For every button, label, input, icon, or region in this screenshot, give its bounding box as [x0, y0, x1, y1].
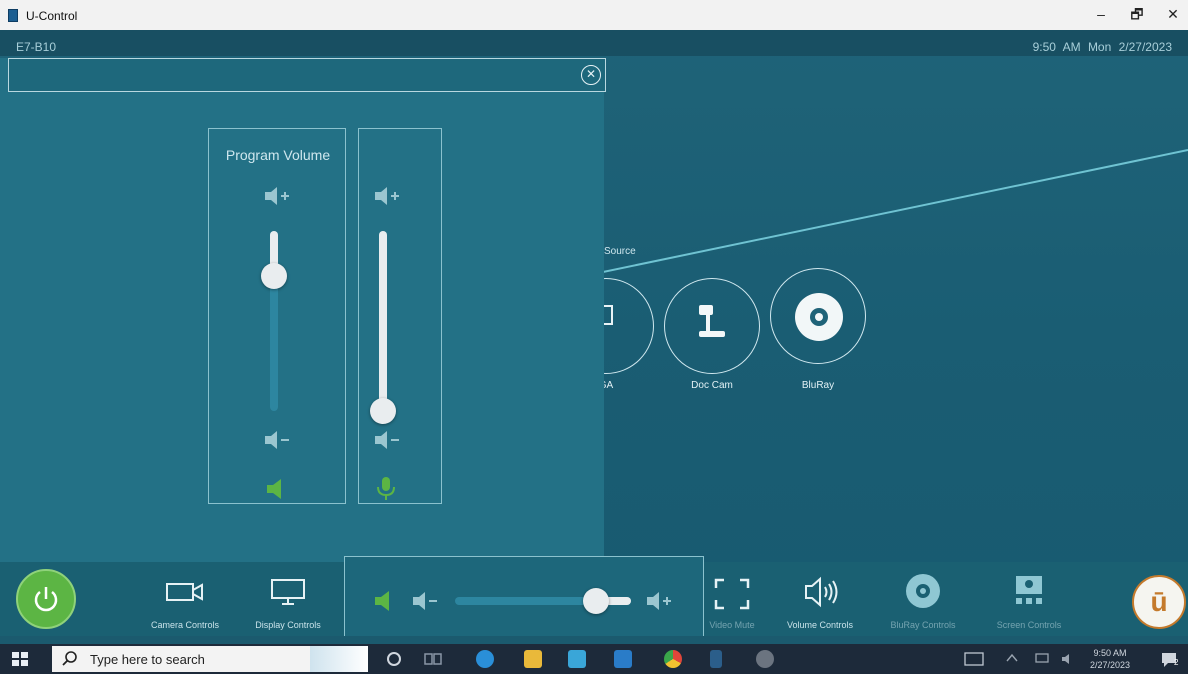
bluray-disc-icon [795, 293, 843, 341]
video-mute-button[interactable]: Video Mute [700, 570, 764, 632]
power-icon [34, 587, 58, 612]
camera-controls-button[interactable]: Camera Controls [140, 578, 230, 632]
source-label-doccam: Doc Cam [691, 380, 733, 391]
quick-volume-bar [344, 556, 704, 636]
window-titlebar: U-Control – 🗗 ✕ [0, 0, 1188, 30]
volume-down-icon[interactable] [261, 429, 291, 451]
search-highlight-image [310, 646, 368, 672]
program-volume-group: Program Volume [208, 128, 346, 504]
program-volume-title: Program Volume [225, 147, 331, 163]
monitor-icon [271, 579, 305, 605]
camera-controls-label: Camera Controls [150, 620, 220, 630]
fullscreen-icon [714, 578, 750, 610]
u-control-taskbar-icon[interactable] [710, 650, 722, 668]
minimize-button[interactable]: – [1090, 5, 1112, 23]
source-label-bluray: BluRay [801, 380, 835, 391]
volume-controls-label: Volume Controls [786, 620, 854, 630]
power-button[interactable] [16, 569, 76, 629]
room-name: E7-B10 [16, 40, 57, 54]
tray-clock[interactable]: 9:50 AM 2/27/2023 [1090, 647, 1130, 671]
display-controls-label: Display Controls [255, 620, 321, 630]
doc-cam-icon [699, 305, 725, 337]
bluray-controls-label: BluRay Controls [890, 620, 956, 630]
chrome-icon[interactable] [664, 650, 682, 668]
screen-controls-button[interactable]: Screen Controls [984, 570, 1074, 632]
speaker-waves-icon [805, 576, 838, 608]
search-placeholder: Type here to search [90, 652, 205, 667]
app-area: E7-B10 9:50 AM Mon 2/27/2023 Source GA D… [0, 30, 1188, 636]
app-icon [8, 9, 18, 22]
volume-panel-header [8, 58, 606, 92]
file-explorer-icon[interactable] [524, 650, 542, 668]
speaker-green-icon[interactable] [265, 477, 285, 501]
header-clock: 9:50 AM Mon 2/27/2023 [1033, 40, 1172, 54]
video-mute-label: Video Mute [709, 620, 755, 630]
header-date: Mon 2/27/2023 [1087, 40, 1172, 54]
volume-controls-button[interactable]: Volume Controls [780, 570, 860, 632]
source-bluray-button[interactable] [770, 268, 866, 364]
microphone-green-icon[interactable] [375, 475, 397, 501]
maximize-button[interactable]: 🗗 [1126, 5, 1148, 23]
source-title: Source [604, 246, 636, 257]
app-header: E7-B10 9:50 AM Mon 2/27/2023 [0, 30, 1188, 56]
cortana-icon[interactable] [386, 651, 402, 667]
source-doccam-button[interactable] [664, 278, 760, 374]
network-icon[interactable] [1034, 652, 1050, 666]
chevron-up-icon[interactable] [1006, 653, 1018, 663]
volume-down-icon[interactable] [409, 590, 439, 612]
window-title: U-Control [26, 9, 78, 23]
windows-taskbar: Type here to search 9:50 AM 2/27/2023 2 [0, 644, 1188, 674]
taskbar-search-box[interactable]: Type here to search [52, 646, 368, 672]
search-icon [62, 651, 77, 666]
screen: U-Control – 🗗 ✕ E7-B10 9:50 AM Mon 2/27/… [0, 0, 1188, 674]
mic-volume-knob[interactable] [370, 398, 396, 424]
volume-tray-icon[interactable] [1060, 652, 1076, 666]
volume-up-icon[interactable] [261, 185, 291, 207]
mic-volume-track[interactable] [379, 231, 387, 411]
quick-volume-knob[interactable] [582, 588, 609, 614]
volume-up-icon[interactable] [643, 590, 673, 612]
speaker-green-icon[interactable] [373, 589, 393, 613]
windows-start-icon[interactable] [12, 652, 28, 666]
mail-icon[interactable] [614, 650, 632, 668]
volume-panel-close-button[interactable]: ✕ [581, 65, 601, 85]
logo-letter: ū [1150, 586, 1168, 617]
mic-volume-down-icon[interactable] [371, 429, 401, 451]
microphone-volume-group [358, 128, 442, 504]
window-close-button[interactable]: ✕ [1162, 5, 1184, 23]
u-control-logo[interactable]: ū [1132, 575, 1186, 629]
bluray-controls-button[interactable]: BluRay Controls [880, 570, 966, 632]
screen-controls-label: Screen Controls [996, 620, 1062, 630]
mic-volume-up-icon[interactable] [371, 185, 401, 207]
keyboard-icon[interactable] [964, 652, 984, 666]
video-camera-icon [166, 583, 203, 601]
notification-count: 2 [1174, 658, 1179, 667]
task-view-icon[interactable] [424, 652, 442, 666]
tray-time: 9:50 AM [1093, 648, 1127, 658]
paint-icon[interactable] [756, 650, 774, 668]
tray-date: 2/27/2023 [1090, 660, 1131, 670]
edge-browser-icon[interactable] [476, 650, 494, 668]
program-volume-knob[interactable] [261, 263, 287, 289]
header-time: 9:50 AM [1032, 40, 1081, 54]
bluray-disc-icon [906, 574, 940, 608]
store-icon[interactable] [568, 650, 586, 668]
presenter-screen-icon [1016, 576, 1042, 604]
display-controls-button[interactable]: Display Controls [240, 578, 336, 632]
